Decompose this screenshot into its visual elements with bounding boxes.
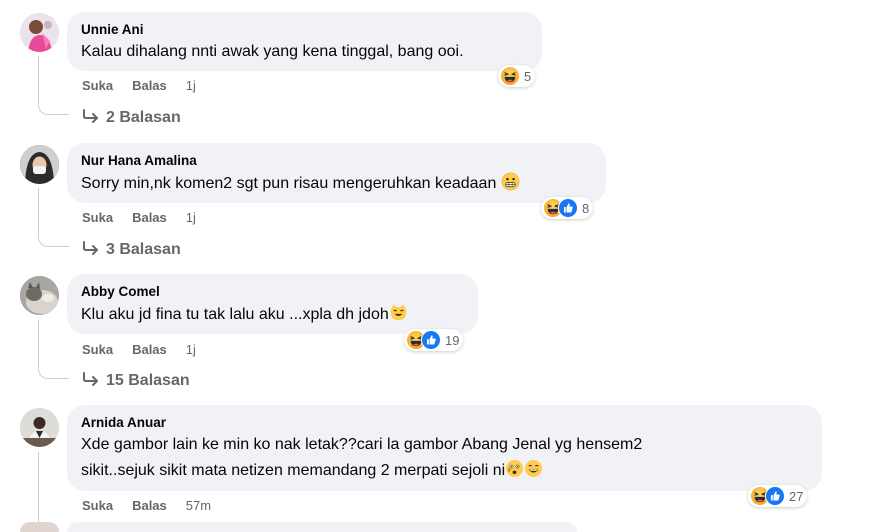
like-icon	[765, 486, 785, 506]
reply-button[interactable]: Balas	[132, 498, 167, 513]
thread-line	[38, 188, 39, 236]
comment-text-content: sikit..sejuk sikit mata netizen memandan…	[81, 462, 506, 479]
comment-bubble: Unnie Ani Kalau dihalang nnti awak yang …	[67, 12, 542, 71]
avatar[interactable]	[20, 145, 59, 184]
thread-connector	[38, 236, 69, 247]
thread-connector	[38, 104, 69, 115]
view-replies-button[interactable]: 2 Balasan	[82, 107, 181, 128]
reply-arrow-icon	[82, 239, 100, 260]
comment-bubble: Abby Comel Klu aku jd fina tu tak lalu a…	[67, 274, 478, 334]
replies-count-label: 2 Balasan	[106, 108, 181, 126]
comment-bubble: Nur Hana Amalina Sorry min,nk komen2 sgt…	[67, 143, 606, 203]
comment-text-content: Klu aku jd fina tu tak lalu aku ...xpla …	[81, 306, 389, 323]
comment-author[interactable]: Nur Hana Amalina	[81, 152, 592, 169]
reply-button[interactable]: Balas	[132, 210, 167, 225]
comment-timestamp[interactable]: 1j	[186, 78, 196, 93]
comment-text-content: Sorry min,nk komen2 sgt pun risau menger…	[81, 175, 497, 192]
next-avatar-partial[interactable]	[20, 522, 59, 532]
comment-text: Klu aku jd fina tu tak lalu aku ...xpla …	[81, 303, 464, 329]
reaction-summary[interactable]: 19	[404, 329, 464, 351]
thread-connector	[38, 368, 69, 379]
comment-timestamp[interactable]: 1j	[186, 342, 196, 357]
like-icon	[558, 198, 578, 218]
like-icon	[421, 330, 441, 350]
view-replies-button[interactable]: 15 Balasan	[82, 370, 190, 391]
comment-author[interactable]: Arnida Anuar	[81, 414, 808, 431]
like-button[interactable]: Suka	[82, 210, 113, 225]
reply-button[interactable]: Balas	[132, 342, 167, 357]
thread-line	[38, 320, 39, 368]
replies-count-label: 15 Balasan	[106, 371, 190, 389]
next-comment-bubble-partial	[67, 522, 577, 532]
avatar[interactable]	[20, 276, 59, 315]
comment-actions: Suka Balas 1j	[82, 78, 196, 93]
comment-text-line-2: sikit..sejuk sikit mata netizen memandan…	[81, 459, 808, 485]
comment-actions: Suka Balas 1j	[82, 210, 196, 225]
grinning-emoji-icon	[524, 459, 543, 485]
haha-icon	[500, 66, 520, 86]
thread-line	[38, 56, 39, 104]
comment-actions: Suka Balas 1j	[82, 342, 196, 357]
comment-timestamp[interactable]: 57m	[186, 498, 211, 513]
comment-text: Kalau dihalang nnti awak yang kena tingg…	[81, 43, 464, 60]
reaction-summary[interactable]: 5	[498, 65, 536, 87]
cat-emoji-icon	[389, 303, 408, 329]
reply-button[interactable]: Balas	[132, 78, 167, 93]
reaction-summary[interactable]: 27	[748, 485, 808, 507]
flushed-emoji-icon	[505, 459, 524, 485]
like-button[interactable]: Suka	[82, 78, 113, 93]
reply-arrow-icon	[82, 107, 100, 128]
comment-timestamp[interactable]: 1j	[186, 210, 196, 225]
reply-arrow-icon	[82, 370, 100, 391]
reaction-count: 8	[582, 200, 590, 216]
comment-text: Sorry min,nk komen2 sgt pun risau menger…	[81, 172, 592, 198]
reaction-count: 5	[524, 68, 532, 84]
like-button[interactable]: Suka	[82, 342, 113, 357]
comment-author[interactable]: Unnie Ani	[81, 21, 528, 38]
like-button[interactable]: Suka	[82, 498, 113, 513]
grimace-emoji-icon	[501, 172, 520, 198]
comment-actions: Suka Balas 57m	[82, 498, 211, 513]
view-replies-button[interactable]: 3 Balasan	[82, 239, 181, 260]
comment-bubble: Arnida Anuar Xde gambor lain ke min ko n…	[67, 405, 822, 491]
comment-text-line-1: Xde gambor lain ke min ko nak letak??car…	[81, 436, 643, 453]
reaction-count: 27	[789, 488, 804, 504]
avatar[interactable]	[20, 13, 59, 52]
avatar[interactable]	[20, 408, 59, 447]
comment-author[interactable]: Abby Comel	[81, 283, 464, 300]
reaction-summary[interactable]: 8	[541, 197, 594, 219]
thread-line	[38, 452, 39, 526]
reaction-count: 19	[445, 332, 460, 348]
replies-count-label: 3 Balasan	[106, 240, 181, 258]
